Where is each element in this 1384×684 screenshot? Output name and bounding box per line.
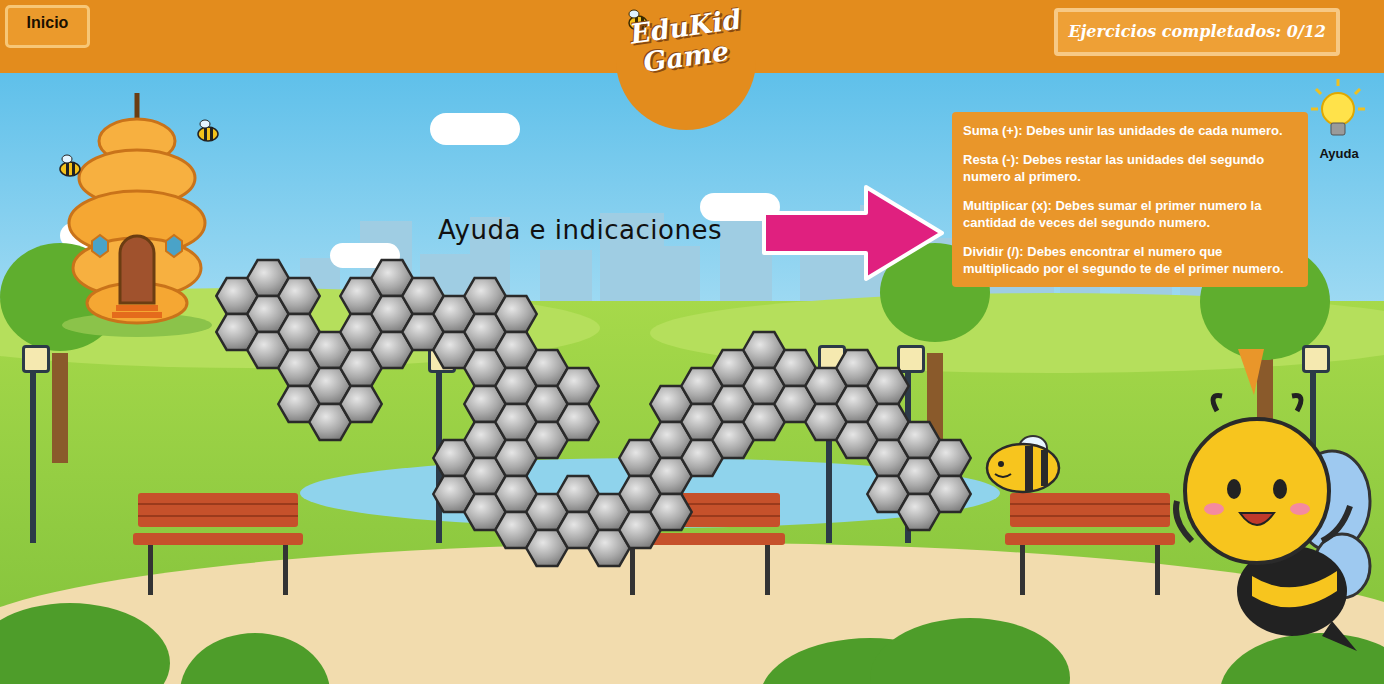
big-bee-icon xyxy=(1172,391,1372,656)
honeycomb-cell[interactable] xyxy=(929,476,970,512)
help-title: Ayuda e indicaciones xyxy=(438,215,722,245)
small-bee-icon xyxy=(975,428,1065,498)
bench-leg xyxy=(1020,545,1025,595)
honeycomb-cell[interactable] xyxy=(340,386,381,422)
honeycomb-cell[interactable] xyxy=(495,296,536,332)
bee-icon xyxy=(55,153,85,179)
park-scene: Ayuda e indicaciones Suma (+): Debes unir… xyxy=(0,73,1384,684)
bench-leg xyxy=(765,545,770,595)
bench-leg xyxy=(148,545,153,595)
honeycomb-cell[interactable] xyxy=(557,404,598,440)
honeycomb-cell[interactable] xyxy=(278,278,319,314)
home-button[interactable]: Inicio xyxy=(5,5,90,48)
tooltip-tail-icon xyxy=(1236,349,1266,397)
honeycomb-cell[interactable] xyxy=(557,368,598,404)
help-button[interactable]: Ayuda xyxy=(1311,146,1367,161)
bench-leg xyxy=(630,545,635,595)
lamp-head xyxy=(1302,345,1330,373)
bench-seat xyxy=(133,533,303,545)
lamp-head xyxy=(22,345,50,373)
lamp-post xyxy=(30,363,36,543)
bench-back xyxy=(138,493,298,527)
bench-leg xyxy=(1155,545,1160,595)
help-tip: Suma (+): Debes unir las unidades de cad… xyxy=(963,122,1297,139)
honeycomb-cell[interactable] xyxy=(650,494,691,530)
honeycomb-cell[interactable] xyxy=(867,368,908,404)
bench-seat xyxy=(1005,533,1175,545)
bench-leg xyxy=(283,545,288,595)
cloud xyxy=(430,113,520,145)
tree-trunk xyxy=(52,353,68,463)
help-tooltip: Suma (+): Debes unir las unidades de cad… xyxy=(952,112,1308,287)
help-tip: Dividir (/): Debes encontrar el numero q… xyxy=(963,243,1297,277)
lamp-head xyxy=(897,345,925,373)
help-tip: Resta (-): Debes restar las unidades del… xyxy=(963,151,1297,185)
top-bar: InicioEduKidGameEjercicios completados: … xyxy=(0,0,1384,73)
bench-back xyxy=(1010,493,1170,527)
progress-counter: Ejercicios completados: 0/12 xyxy=(1054,8,1340,56)
honeycomb-cell[interactable] xyxy=(929,440,970,476)
bee-icon xyxy=(193,118,223,144)
beehive-icon xyxy=(62,93,222,338)
lightbulb-icon xyxy=(1310,77,1366,143)
arrow-right-icon xyxy=(758,181,948,285)
help-tip: Multiplicar (x): Debes sumar el primer n… xyxy=(963,197,1297,231)
